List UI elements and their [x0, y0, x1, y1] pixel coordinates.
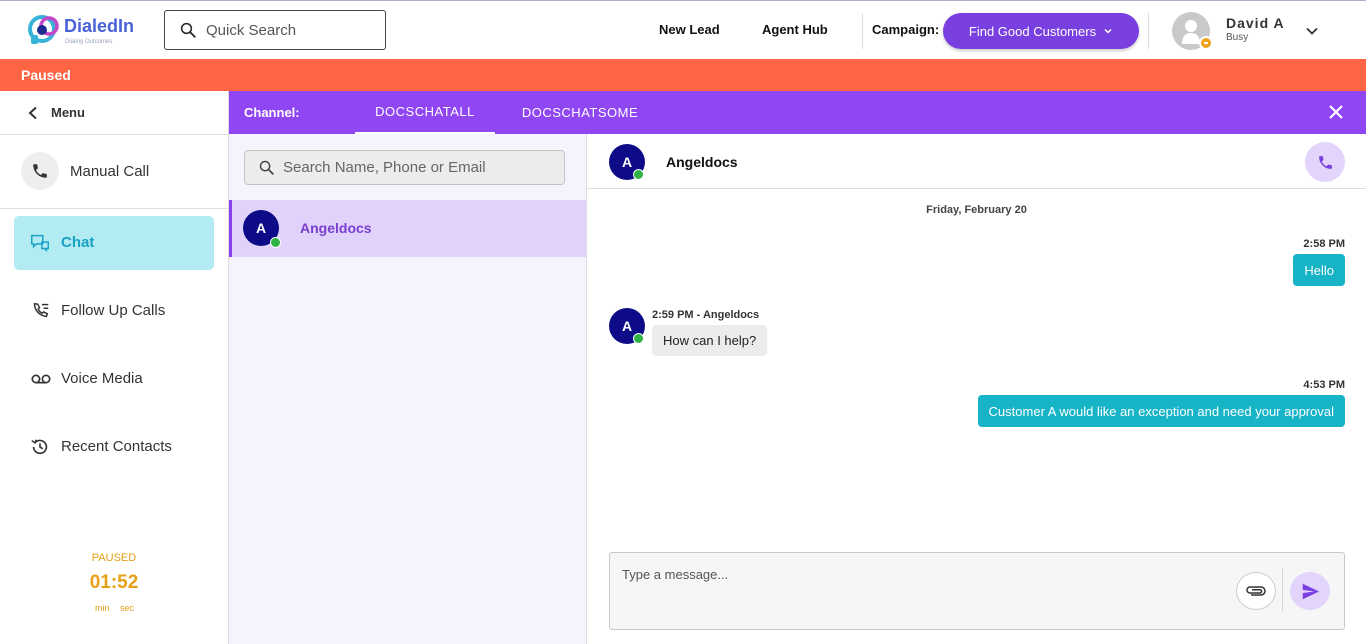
composer-divider	[1282, 569, 1283, 611]
attach-button[interactable]	[1236, 572, 1276, 610]
message-initial: A	[621, 318, 633, 334]
user-name: David A	[1226, 15, 1285, 31]
timer-min-label: min	[95, 603, 110, 613]
message-time: 2:58 PM	[1303, 238, 1345, 250]
conversation-header: A Angeldocs	[587, 134, 1366, 189]
conversation-initial: A	[621, 154, 633, 170]
new-lead-link[interactable]: New Lead	[659, 22, 720, 37]
manual-call-button[interactable]: Manual Call	[0, 135, 228, 209]
sidebar-item-recent-contacts[interactable]: Recent Contacts	[14, 420, 214, 474]
header-divider	[862, 13, 863, 49]
contact-search-input[interactable]	[283, 159, 553, 176]
phone-icon	[21, 152, 59, 190]
menu-toggle[interactable]: Menu	[0, 91, 228, 135]
channel-label: Channel:	[244, 105, 300, 120]
campaign-dropdown[interactable]: Find Good Customers	[943, 13, 1139, 49]
sidebar-item-label: Follow Up Calls	[61, 302, 166, 319]
send-icon	[1302, 583, 1319, 599]
date-separator: Friday, February 20	[926, 204, 1027, 216]
tab-label: DOCSCHATSOME	[521, 105, 639, 120]
tab-docschatsome[interactable]: DOCSCHATSOME	[505, 91, 655, 134]
campaign-label: Campaign:	[872, 22, 940, 37]
manual-call-label: Manual Call	[70, 163, 150, 180]
message-input[interactable]	[622, 567, 1222, 607]
chevron-down-icon	[1104, 28, 1112, 34]
logo-text: DialedIn	[64, 16, 135, 36]
header-divider	[1148, 13, 1149, 49]
voicemail-icon	[31, 374, 51, 384]
contact-list-pane: A Angeldocs	[229, 134, 587, 644]
menu-label: Menu	[51, 105, 85, 120]
chat-icon	[31, 234, 49, 253]
message-text: Hello	[1304, 262, 1334, 278]
online-status-icon	[633, 333, 644, 344]
timer-status: PAUSED	[91, 552, 137, 564]
outgoing-message: Hello	[1293, 254, 1345, 286]
contact-search-field[interactable]	[244, 150, 565, 185]
sidebar-item-label: Chat	[61, 234, 95, 251]
online-status-icon	[270, 237, 281, 248]
contact-list-item[interactable]: A Angeldocs	[229, 200, 586, 257]
message-time: 4:53 PM	[1303, 379, 1345, 391]
follow-up-calls-icon	[33, 302, 49, 318]
message-meta: 2:59 PM - Angeldocs	[652, 309, 760, 321]
sidebar: Menu Manual Call Chat Follow Up Calls Vo…	[0, 91, 229, 644]
sidebar-item-voice-media[interactable]: Voice Media	[14, 352, 214, 406]
tab-label: DOCSCHATALL	[375, 104, 475, 119]
chevron-left-icon	[28, 106, 37, 120]
outgoing-message: Customer A would like an exception and n…	[977, 395, 1345, 427]
search-icon	[259, 160, 274, 175]
conversation-contact-name: Angeldocs	[666, 154, 738, 170]
call-contact-button[interactable]	[1305, 142, 1345, 182]
top-header: DialedIn Dialing Outcomes Quick Search N…	[0, 0, 1366, 59]
timer-sec-label: sec	[120, 603, 135, 613]
logo-tagline: Dialing Outcomes	[65, 39, 113, 45]
quick-search-field[interactable]: Quick Search	[164, 10, 386, 50]
search-icon	[180, 22, 196, 38]
history-icon	[31, 439, 48, 455]
online-status-icon	[633, 169, 644, 180]
send-button[interactable]	[1290, 572, 1330, 610]
contact-initial: A	[255, 220, 267, 236]
paperclip-icon	[1246, 586, 1266, 596]
sidebar-item-label: Voice Media	[61, 370, 143, 387]
conversation-pane: A Angeldocs Friday, February 20 2:58 PM …	[587, 134, 1366, 644]
incoming-message: How can I help?	[652, 325, 768, 356]
message-text: Customer A would like an exception and n…	[988, 403, 1334, 419]
sidebar-item-label: Recent Contacts	[61, 438, 172, 455]
user-menu-chevron-icon[interactable]	[1305, 24, 1319, 38]
busy-status-badge	[1199, 36, 1213, 50]
paused-status-text: Paused	[21, 67, 71, 83]
phone-icon	[1318, 155, 1332, 169]
close-icon[interactable]	[1328, 104, 1344, 120]
user-status: Busy	[1226, 32, 1249, 43]
sidebar-item-follow-up-calls[interactable]: Follow Up Calls	[14, 284, 214, 338]
contact-name: Angeldocs	[300, 220, 372, 236]
paused-status-bar: Paused	[0, 59, 1366, 91]
dialedin-logo[interactable]: DialedIn Dialing Outcomes	[28, 12, 138, 48]
message-composer	[609, 552, 1345, 630]
pause-timer: 01:52	[89, 572, 139, 593]
logo-mark-icon	[28, 15, 59, 44]
channel-bar: Channel: DOCSCHATALL DOCSCHATSOME	[229, 91, 1366, 134]
agent-hub-link[interactable]: Agent Hub	[762, 22, 828, 37]
message-text: How can I help?	[663, 333, 757, 348]
campaign-value: Find Good Customers	[968, 23, 1097, 39]
sidebar-item-chat[interactable]: Chat	[14, 216, 214, 270]
tab-docschatall[interactable]: DOCSCHATALL	[355, 91, 495, 134]
quick-search-placeholder: Quick Search	[206, 21, 297, 39]
